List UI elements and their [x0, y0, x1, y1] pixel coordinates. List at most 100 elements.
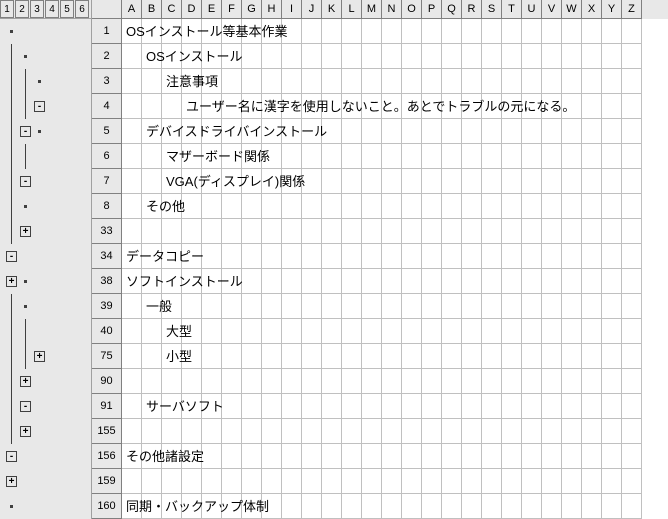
cell[interactable] [242, 344, 262, 369]
cell[interactable] [302, 19, 322, 44]
collapse-icon[interactable]: - [20, 126, 31, 137]
cell[interactable] [322, 369, 342, 394]
row-header[interactable]: 40 [92, 319, 122, 344]
cell[interactable] [382, 94, 402, 119]
cell[interactable] [582, 469, 602, 494]
cell[interactable] [462, 444, 482, 469]
cell[interactable] [382, 344, 402, 369]
cell[interactable] [302, 369, 322, 394]
cell[interactable] [502, 219, 522, 244]
cell[interactable] [302, 319, 322, 344]
cell[interactable] [542, 244, 562, 269]
cell[interactable] [582, 44, 602, 69]
cell[interactable] [182, 319, 202, 344]
cell[interactable] [462, 244, 482, 269]
cell[interactable] [342, 469, 362, 494]
cell[interactable] [462, 219, 482, 244]
cell[interactable] [182, 194, 202, 219]
cell[interactable] [222, 119, 242, 144]
cell[interactable] [202, 19, 222, 44]
cell[interactable] [162, 494, 182, 519]
cell[interactable] [262, 344, 282, 369]
cell[interactable] [282, 269, 302, 294]
cell[interactable] [362, 144, 382, 169]
cell[interactable] [422, 219, 442, 244]
cell[interactable] [202, 444, 222, 469]
row-header[interactable]: 38 [92, 269, 122, 294]
cell[interactable] [442, 469, 462, 494]
cell[interactable] [122, 344, 142, 369]
cell[interactable] [582, 369, 602, 394]
outline-level-3[interactable]: 3 [30, 0, 44, 18]
cell[interactable] [602, 494, 622, 519]
cell[interactable] [542, 269, 562, 294]
cell[interactable] [202, 369, 222, 394]
cell[interactable] [562, 219, 582, 244]
cell[interactable] [382, 294, 402, 319]
cell[interactable] [142, 269, 162, 294]
cell[interactable] [142, 319, 162, 344]
col-header-S[interactable]: S [482, 0, 502, 19]
cell[interactable] [282, 244, 302, 269]
cell[interactable] [202, 119, 222, 144]
col-header-W[interactable]: W [562, 0, 582, 19]
cell[interactable] [142, 19, 162, 44]
cell[interactable] [302, 269, 322, 294]
cell[interactable] [122, 194, 142, 219]
cell[interactable] [322, 394, 342, 419]
cell[interactable] [242, 194, 262, 219]
cell[interactable] [622, 94, 642, 119]
cell[interactable] [342, 269, 362, 294]
cell[interactable] [222, 394, 242, 419]
cell[interactable] [282, 69, 302, 94]
cell[interactable] [342, 19, 362, 44]
cell[interactable] [122, 119, 142, 144]
cell[interactable] [162, 419, 182, 444]
cell[interactable] [422, 394, 442, 419]
cell[interactable] [562, 469, 582, 494]
cell[interactable] [402, 494, 422, 519]
cell[interactable] [342, 294, 362, 319]
cell[interactable] [282, 394, 302, 419]
cell[interactable] [402, 369, 422, 394]
cell[interactable] [322, 419, 342, 444]
cell[interactable] [402, 144, 422, 169]
cell[interactable] [142, 69, 162, 94]
cell[interactable] [162, 94, 182, 119]
cell[interactable] [182, 144, 202, 169]
cell[interactable] [362, 219, 382, 244]
row-header[interactable]: 8 [92, 194, 122, 219]
cell[interactable] [602, 294, 622, 319]
cell[interactable] [362, 344, 382, 369]
cell[interactable] [302, 69, 322, 94]
cell[interactable] [622, 319, 642, 344]
col-header-L[interactable]: L [342, 0, 362, 19]
cell[interactable] [182, 269, 202, 294]
cell[interactable] [322, 144, 342, 169]
cell[interactable] [182, 219, 202, 244]
col-header-Q[interactable]: Q [442, 0, 462, 19]
cell[interactable] [482, 244, 502, 269]
cell[interactable] [482, 444, 502, 469]
cell[interactable] [262, 244, 282, 269]
cell[interactable] [202, 294, 222, 319]
cell[interactable] [282, 369, 302, 394]
cell[interactable] [502, 69, 522, 94]
cell[interactable] [542, 44, 562, 69]
cell[interactable] [342, 244, 362, 269]
cell[interactable] [562, 144, 582, 169]
cell[interactable] [582, 19, 602, 44]
cell[interactable] [362, 294, 382, 319]
cell[interactable] [562, 394, 582, 419]
cell[interactable] [422, 19, 442, 44]
cell[interactable] [202, 144, 222, 169]
cell[interactable] [142, 194, 162, 219]
cell[interactable] [182, 119, 202, 144]
cell[interactable] [502, 494, 522, 519]
cell[interactable] [542, 169, 562, 194]
cell[interactable] [262, 469, 282, 494]
cell[interactable] [162, 469, 182, 494]
cell[interactable] [442, 419, 462, 444]
cell[interactable] [402, 469, 422, 494]
cell[interactable] [562, 244, 582, 269]
